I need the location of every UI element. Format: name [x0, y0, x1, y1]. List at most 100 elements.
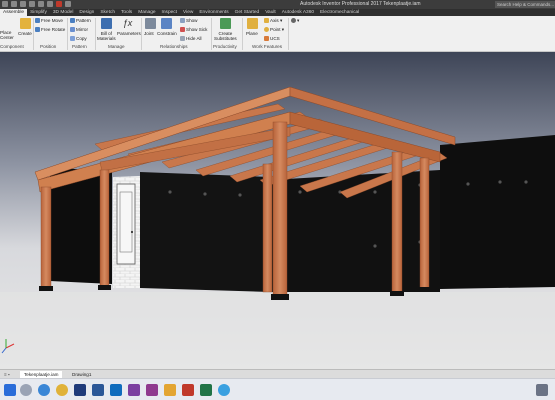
word-icon[interactable]: [92, 384, 104, 396]
bill-of-materials-button[interactable]: Bill of Materials: [97, 31, 116, 41]
free-rotate-button[interactable]: Free Rotate: [35, 27, 66, 33]
mirror-button[interactable]: Mirror: [70, 27, 88, 33]
tab-menu-icon[interactable]: ≡ ▪: [0, 371, 14, 378]
free-rotate-icon: [35, 27, 40, 33]
tab-simplify[interactable]: Simplify: [27, 9, 50, 16]
app-menu-icon[interactable]: [2, 1, 8, 7]
manage-group-label: Manage: [108, 44, 125, 49]
ribbon-divider: [141, 18, 142, 50]
component-group-label: Component: [0, 44, 24, 49]
redo-icon[interactable]: [47, 1, 53, 7]
tab-3d-model[interactable]: 3D Model: [50, 9, 77, 16]
model-render: [0, 52, 555, 369]
position-group-label: Position: [40, 44, 57, 49]
center-label: Center: [0, 35, 14, 40]
outlook-icon[interactable]: [110, 384, 122, 396]
open-icon[interactable]: [20, 1, 26, 7]
point-label: Point: [270, 27, 281, 32]
doc-tab-assembly[interactable]: Tekenplaatje.iam: [20, 371, 63, 378]
free-rotate-label: Free Rotate: [41, 27, 66, 32]
relationships-group-label: Relationships: [160, 44, 188, 49]
return-icon[interactable]: [56, 1, 62, 7]
notification-icon[interactable]: [536, 384, 548, 396]
excel-icon[interactable]: [200, 384, 212, 396]
work-features-group-label: Work Features: [252, 44, 283, 49]
document-tab-bar: ≡ ▪ Tekenplaatje.iam Drawing1: [0, 369, 555, 378]
visual-style-icon: [291, 18, 296, 24]
undo-icon[interactable]: [38, 1, 44, 7]
free-move-label: Free Move: [41, 18, 63, 23]
show-sick-button[interactable]: Show Sick: [180, 27, 207, 33]
ucs-label: UCS: [270, 36, 280, 41]
ucs-button[interactable]: UCS: [264, 36, 280, 42]
doc-tab-drawing[interactable]: Drawing1: [68, 371, 95, 378]
productivity-group-label: Productivity: [213, 44, 237, 49]
door-handle: [130, 230, 134, 234]
constrain-icon: [161, 18, 172, 29]
window-title: Autodesk Inventor Professional 2017 Teke…: [300, 1, 421, 7]
visual-style-dropdown[interactable]: ▾: [291, 18, 299, 24]
ribbon-divider: [242, 18, 243, 50]
hide-all-button[interactable]: Hide All: [180, 36, 202, 42]
floor: [0, 292, 555, 369]
tab-manage[interactable]: Manage: [135, 9, 158, 16]
skype-icon[interactable]: [218, 384, 230, 396]
photoshop-icon[interactable]: [74, 384, 86, 396]
free-move-button[interactable]: Free Move: [35, 18, 63, 24]
tab-sketch[interactable]: Sketch: [97, 9, 118, 16]
parameters-button[interactable]: Parameters: [117, 31, 141, 36]
copy-icon: [70, 36, 75, 42]
tab-view[interactable]: View: [180, 9, 196, 16]
point-icon: [264, 27, 269, 33]
new-icon[interactable]: [11, 1, 17, 7]
hide-all-label: Hide All: [186, 36, 202, 41]
ribbon-panel: Place Center Create Component Free Move …: [0, 16, 555, 52]
onenote-icon[interactable]: [128, 384, 140, 396]
show-label: Show: [186, 18, 198, 23]
axis-button[interactable]: Axis ▾: [264, 18, 282, 24]
constrain-button[interactable]: Constrain: [157, 31, 177, 36]
copy-label: Copy: [76, 36, 87, 41]
help-search-input[interactable]: Search Help & Commands...: [495, 1, 555, 8]
ucs-icon: [264, 36, 269, 42]
3d-viewport[interactable]: [0, 52, 555, 369]
rear-wall-right: [440, 135, 555, 289]
folder-icon[interactable]: [164, 384, 176, 396]
tab-get-started[interactable]: Get Started: [232, 9, 263, 16]
shed-wall: [140, 172, 270, 292]
app-icon[interactable]: [146, 384, 158, 396]
pattern-button[interactable]: Pattern: [70, 18, 91, 24]
plane-button[interactable]: Plane: [246, 31, 258, 36]
tab-assemble[interactable]: Assemble: [0, 9, 28, 16]
plane-icon: [247, 18, 258, 29]
ribbon-tabs: Assemble Simplify 3D Model Design Sketch…: [0, 9, 555, 16]
point-button[interactable]: Point ▾: [264, 27, 284, 33]
create-component-button[interactable]: Create: [18, 31, 32, 36]
joint-button[interactable]: Joint: [144, 31, 154, 36]
bom-label-2: Materials: [97, 36, 116, 41]
start-icon[interactable]: [4, 384, 16, 396]
tab-vault[interactable]: Vault: [262, 9, 279, 16]
ie-icon[interactable]: [38, 384, 50, 396]
place-button[interactable]: Place Center: [0, 30, 14, 40]
tab-inspect[interactable]: Inspect: [159, 9, 180, 16]
update-icon[interactable]: [65, 1, 71, 7]
pattern-icon: [70, 18, 75, 24]
windows-taskbar: [0, 378, 555, 400]
tab-tools[interactable]: Tools: [118, 9, 135, 16]
quick-access-toolbar: [2, 1, 71, 7]
copy-button[interactable]: Copy: [70, 36, 87, 42]
show-icon: [180, 18, 185, 24]
create-substitutes-button[interactable]: Create Substitutes: [214, 31, 237, 41]
tab-design[interactable]: Design: [76, 9, 97, 16]
mirror-label: Mirror: [76, 27, 88, 32]
tab-a360[interactable]: Autodesk A360: [279, 9, 317, 16]
tab-environments[interactable]: Environments: [196, 9, 231, 16]
inventor-icon[interactable]: [182, 384, 194, 396]
free-move-icon: [35, 18, 40, 24]
search-taskbar-icon[interactable]: [20, 384, 32, 396]
tab-electromechanical[interactable]: Electromechanical: [317, 9, 362, 16]
save-icon[interactable]: [29, 1, 35, 7]
show-button[interactable]: Show: [180, 18, 198, 24]
chrome-icon[interactable]: [56, 384, 68, 396]
